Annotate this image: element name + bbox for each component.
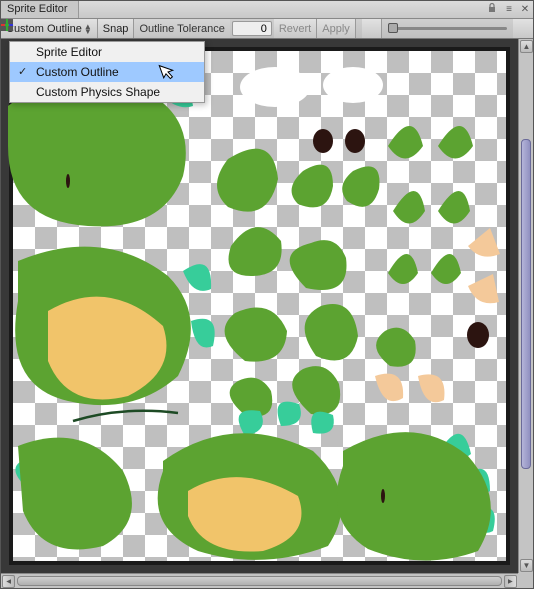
canvas-area[interactable] (1, 39, 518, 573)
sprite-sheet (13, 51, 508, 561)
window-menu-icon[interactable]: ≡ (503, 3, 515, 15)
dropdown-item-custom-outline[interactable]: ✓ Custom Outline (10, 62, 204, 82)
horizontal-scroll-thumb[interactable] (17, 576, 502, 586)
revert-button[interactable]: Revert (274, 19, 317, 38)
dropdown-item-sprite-editor[interactable]: Sprite Editor (10, 42, 204, 62)
alpha-slider[interactable] (382, 19, 513, 38)
scroll-right-button[interactable]: ▲ (504, 575, 517, 588)
horizontal-scrollbar[interactable]: ▲ ▲ (1, 573, 518, 588)
dropdown-item-label: Sprite Editor (36, 45, 102, 59)
close-icon[interactable]: ✕ (519, 3, 531, 15)
scroll-left-button[interactable]: ▲ (2, 575, 15, 588)
apply-button[interactable]: Apply (317, 19, 356, 38)
mode-dropdown-label: Custom Outline (6, 23, 82, 35)
slider-handle[interactable] (388, 23, 398, 33)
vertical-scroll-thumb[interactable] (521, 139, 531, 469)
tolerance-input[interactable] (232, 21, 272, 36)
titlebar: Sprite Editor ≡ ✕ (1, 1, 533, 19)
vertical-scrollbar[interactable]: ▲ ▼ (518, 39, 533, 573)
scroll-down-button[interactable]: ▼ (520, 559, 533, 572)
snap-button[interactable]: Snap (98, 19, 135, 38)
check-icon: ✓ (18, 65, 27, 78)
dropdown-item-custom-physics-shape[interactable]: Custom Physics Shape (10, 82, 204, 102)
dropdown-updown-icon: ▲▼ (84, 24, 92, 34)
mode-dropdown[interactable]: Custom Outline ▲▼ (1, 19, 98, 38)
dropdown-item-label: Custom Physics Shape (36, 85, 160, 99)
toolbar: Custom Outline ▲▼ Snap Outline Tolerance… (1, 19, 533, 39)
lock-icon[interactable] (487, 3, 499, 15)
snap-label: Snap (103, 23, 129, 35)
tolerance-label: Outline Tolerance (134, 19, 229, 38)
dropdown-item-label: Custom Outline (36, 65, 119, 79)
slider-bar (388, 27, 507, 30)
sprite-editor-window: Sprite Editor ≡ ✕ Custom Outline ▲▼ Snap… (0, 0, 534, 589)
grid-toggle-icon[interactable] (513, 19, 533, 38)
mode-dropdown-menu: Sprite Editor ✓ Custom Outline Custom Ph… (9, 41, 205, 103)
window-title: Sprite Editor (7, 3, 68, 15)
window-title-tab[interactable]: Sprite Editor (1, 1, 79, 18)
sprite-canvas[interactable] (13, 51, 506, 561)
canvas-border (9, 47, 510, 565)
rgb-toggle-icon[interactable] (362, 19, 382, 38)
scroll-up-button[interactable]: ▲ (520, 40, 533, 53)
window-controls: ≡ ✕ (487, 3, 531, 15)
